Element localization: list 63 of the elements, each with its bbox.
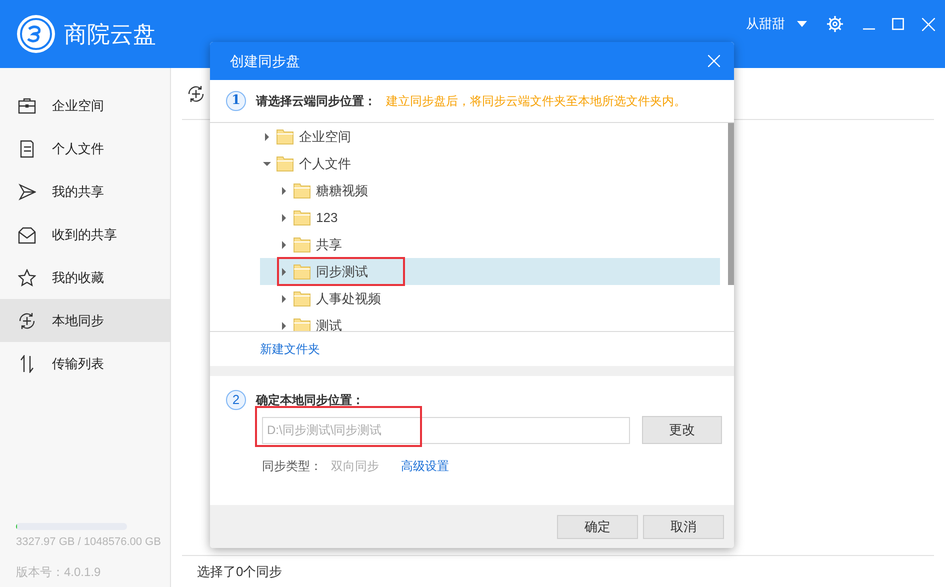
sidebar-item[interactable]: 我的共享 (0, 170, 170, 213)
close-icon[interactable] (708, 55, 720, 67)
expand-arrow-icon[interactable] (280, 294, 288, 302)
change-button[interactable]: 更改 (642, 416, 722, 444)
tree-item[interactable]: 个人文件 (260, 150, 720, 177)
dialog-button[interactable]: 确定 (557, 514, 638, 538)
settings-icon[interactable] (827, 16, 843, 32)
folder-icon (276, 156, 294, 172)
user-menu[interactable]: 从甜甜 (746, 14, 807, 34)
sidebar-item[interactable]: 企业空间 (0, 84, 170, 127)
expand-arrow-icon[interactable] (280, 214, 288, 222)
sidebar-item[interactable]: 收到的共享 (0, 213, 170, 256)
app-title: 商院云盘 (64, 20, 156, 49)
folder-icon (293, 318, 311, 331)
sidebar-item[interactable]: 个人文件 (0, 127, 170, 170)
step-number: 1 (226, 91, 246, 111)
expand-arrow-icon[interactable] (280, 240, 288, 248)
collapse-arrow-icon[interactable] (263, 160, 271, 168)
star-icon (18, 268, 36, 286)
logo-icon (16, 14, 56, 54)
sidebar-item[interactable]: 传输列表 (0, 342, 170, 385)
step-number: 2 (226, 390, 246, 410)
expand-arrow-icon[interactable] (263, 132, 271, 140)
tree-item[interactable]: 123 (260, 204, 720, 231)
status-text: 选择了0个同步 (197, 562, 282, 581)
folder-icon (293, 264, 311, 280)
advanced-settings-link[interactable]: 高级设置 (401, 457, 449, 475)
caret-icon (797, 21, 807, 27)
dialog-title: 创建同步盘 (230, 52, 300, 70)
close-icon[interactable] (922, 18, 935, 30)
send-icon (18, 182, 36, 200)
tree-item[interactable]: 企业空间 (260, 123, 720, 150)
maximize-icon[interactable] (892, 18, 904, 30)
folder-icon (293, 236, 311, 252)
hint-text: 建立同步盘后，将同步云端文件夹至本地所选文件夹内。 (386, 93, 686, 110)
tree-item[interactable]: 人事处视频 (260, 285, 720, 312)
document-icon (18, 140, 36, 158)
tree-item[interactable]: 同步测试 (260, 258, 720, 285)
version-text: 版本号：4.0.1.9 (16, 564, 102, 581)
tree-item[interactable]: 共享 (260, 231, 720, 258)
folder-icon (293, 290, 311, 306)
dialog-button[interactable]: 取消 (643, 514, 724, 538)
briefcase-icon (18, 96, 36, 114)
tree-item[interactable]: 糖糖视频 (260, 177, 720, 204)
new-folder-link[interactable]: 新建文件夹 (260, 340, 320, 358)
expand-arrow-icon[interactable] (280, 268, 288, 276)
storage-text: 3327.97 GB / 1048576.00 GB (16, 534, 162, 550)
folder-icon (293, 210, 311, 226)
expand-arrow-icon[interactable] (280, 186, 288, 194)
folder-icon (276, 128, 294, 144)
sync-type-value: 双向同步 (331, 458, 379, 475)
folder-icon (293, 182, 311, 198)
sidebar-item[interactable]: 本地同步 (0, 299, 170, 342)
sync-type-label: 同步类型： (262, 458, 322, 475)
step-label: 请选择云端同步位置： (256, 93, 376, 110)
sync-icon (18, 312, 36, 330)
sync-icon[interactable] (187, 84, 205, 102)
scrollbar-thumb[interactable] (728, 123, 734, 285)
envelope-icon (18, 226, 36, 244)
expand-arrow-icon[interactable] (280, 322, 288, 330)
sidebar-item[interactable]: 我的收藏 (0, 256, 170, 299)
step-label: 确定本地同步位置： (256, 392, 364, 409)
transfer-icon (18, 354, 36, 372)
